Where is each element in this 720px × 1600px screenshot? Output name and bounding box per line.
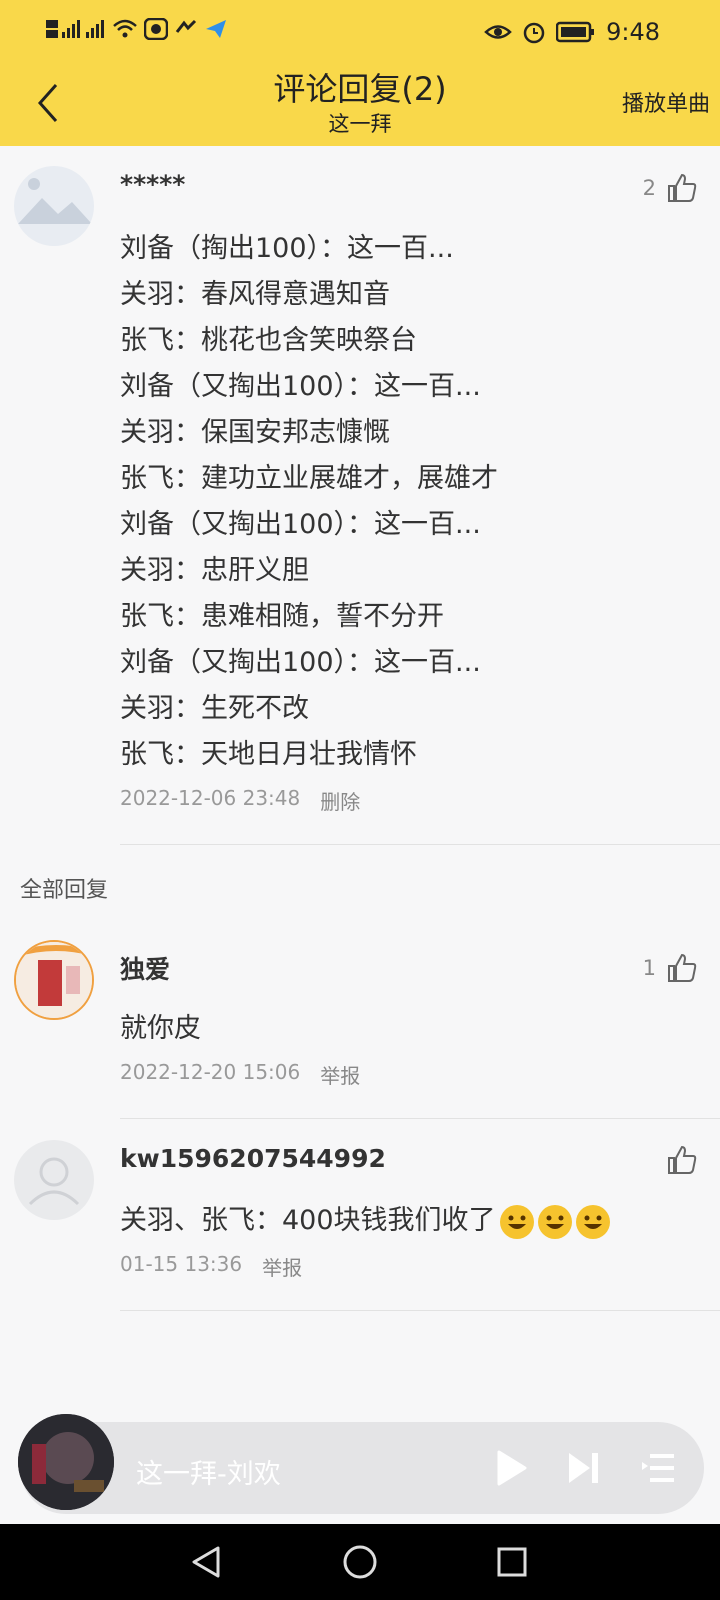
page-header: 评论回复(2) 这一拜 播放单曲 [0,62,720,146]
clock: 9:48 [606,18,660,46]
image-placeholder-icon [18,178,92,224]
reply-time: 2022-12-20 15:06 [120,1060,301,1084]
status-icons-right: 9:48 [484,18,660,46]
divider [120,1310,720,1311]
reply-time: 01-15 13:36 [120,1252,243,1276]
send-icon [206,20,226,38]
like-count: 1 [642,956,656,980]
thumbs-up-icon [668,173,697,202]
comment-time: 2022-12-06 23:48 [120,786,301,810]
song-subtitle: 这一拜 [328,112,392,136]
signal-icon [46,20,104,38]
avatar[interactable] [14,1140,94,1220]
reply-text: 关羽、张飞：400块钱我们收了 [120,1198,610,1239]
like-button[interactable]: 2 [643,172,698,204]
playlist-button[interactable] [636,1446,680,1490]
comment-line: 关羽：生死不改 [120,693,309,724]
grinning-emoji-icon [499,1204,534,1239]
comment-line: 关羽：忠肝义胆 [120,555,309,586]
comment-line: 张飞：建功立业展雄才，展雄才 [120,463,498,494]
skip-next-icon [569,1453,598,1483]
avatar[interactable] [14,166,94,246]
nav-back-button[interactable] [182,1538,230,1586]
play-single-button[interactable]: 播放单曲 [622,86,710,118]
album-art-image [18,1414,114,1510]
eye-icon [484,25,512,39]
grinning-emoji-icon [537,1204,572,1239]
comment-line: 关羽：保国安邦志慷慨 [120,417,390,448]
comment-line: 张飞：桃花也含笑映祭台 [120,325,417,356]
app-notification-icon [144,18,168,40]
grinning-emoji-icon [575,1204,610,1239]
triangle-back-icon [192,1546,220,1578]
divider [120,844,720,845]
comment-username[interactable]: ***** [120,170,185,199]
wifi-icon [113,19,137,38]
battery-icon [556,21,595,43]
comment-line: 刘备（掏出100）：这一百... [120,233,454,264]
comment-line: 关羽：春风得意遇知音 [120,279,390,310]
nav-home-button[interactable] [336,1538,384,1586]
report-button[interactable]: 举报 [320,1060,360,1089]
like-button[interactable] [666,1144,698,1176]
album-cover[interactable] [18,1414,114,1510]
reply-text-content: 关羽、张飞：400块钱我们收了 [120,1205,496,1236]
avatar-image [16,942,92,1018]
alarm-icon [523,22,545,44]
comment-line: 刘备（又掏出100）：这一百... [120,647,481,678]
comment-meta: 2022-12-06 23:48 删除 [120,786,360,815]
like-count: 2 [642,176,656,200]
status-icons-left [46,18,228,40]
system-nav-bar [0,1524,720,1600]
report-button[interactable]: 举报 [262,1252,302,1281]
delete-button[interactable]: 删除 [320,786,360,815]
comment-line: 张飞：天地日月壮我情怀 [120,739,417,770]
comment-line: 张飞：患难相随，誓不分开 [120,601,444,632]
square-recents-icon [497,1547,527,1577]
thumbs-up-icon [668,1145,697,1174]
reply-meta: 2022-12-20 15:06 举报 [120,1060,360,1089]
thumbs-up-icon [668,953,697,982]
all-replies-label: 全部回复 [20,878,109,903]
playlist-icon [642,1454,674,1482]
avatar[interactable] [14,940,94,1020]
divider [120,1118,720,1119]
reply-username[interactable]: kw1596207544992 [120,1144,386,1173]
status-bar: 9:48 [0,0,720,62]
reply-meta: 01-15 13:36 举报 [120,1252,302,1281]
nav-recents-button[interactable] [488,1538,536,1586]
page-title: 评论回复(2) [273,70,447,108]
next-button[interactable] [562,1446,606,1490]
reply-username[interactable]: 独爱 [120,950,170,986]
now-playing-title: 这一拜-刘欢 [136,1459,281,1490]
play-button[interactable] [490,1446,534,1490]
circle-home-icon [343,1545,377,1579]
comment-line: 刘备（又掏出100）：这一百... [120,371,481,402]
play-icon [497,1450,527,1486]
link-icon [175,19,197,33]
reply-text: 就你皮 [120,1013,201,1044]
default-user-icon [28,1157,80,1206]
like-button[interactable]: 1 [643,952,698,984]
comment-line: 刘备（又掏出100）：这一百... [120,509,481,540]
